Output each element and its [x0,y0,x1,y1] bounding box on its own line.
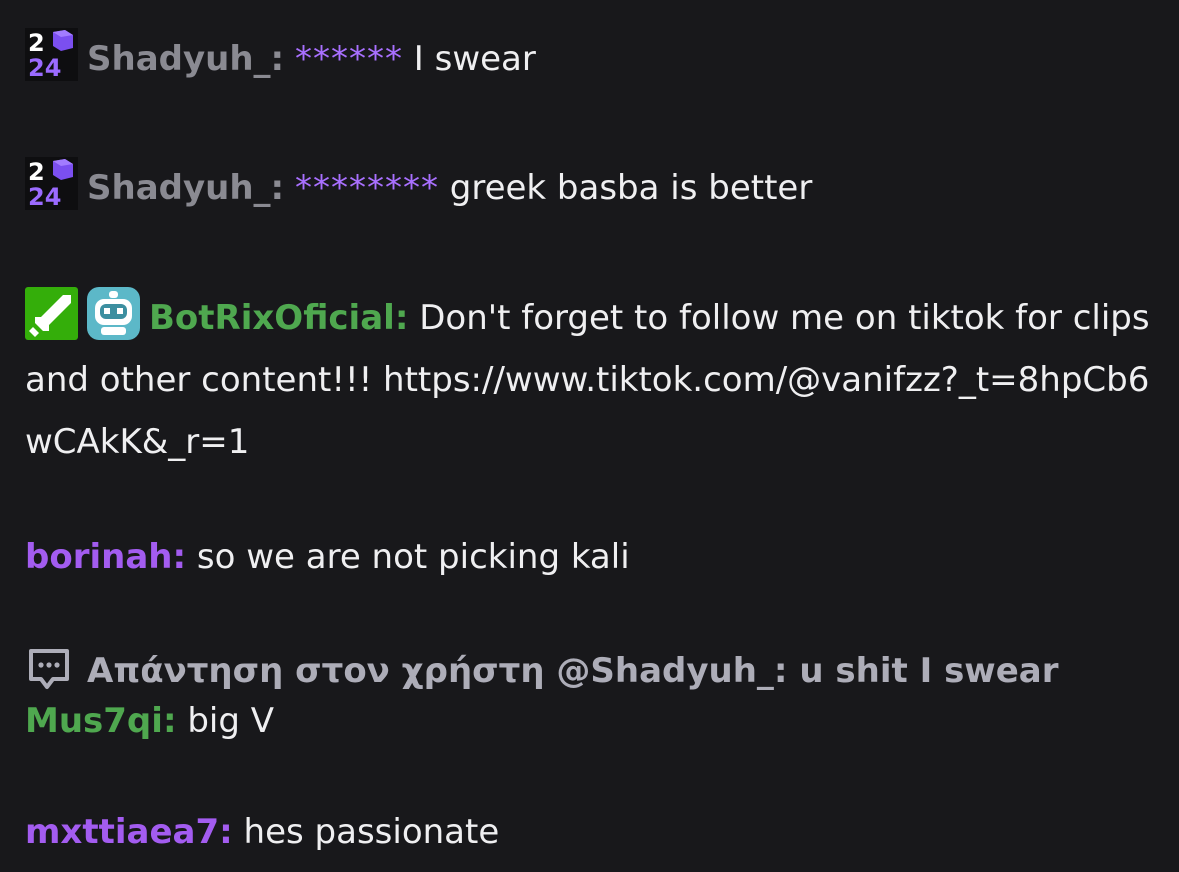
message-text: hes passionate [232,812,500,852]
reply-speech-bubble-icon [25,645,73,693]
message-text: greek basba is better [438,168,813,208]
badge-2024-bottom: 24 [28,54,61,81]
reply-text: Απάντηση στον χρήστη @Shadyuh_: u shit I… [87,651,1059,691]
username[interactable]: Mus7qi [25,701,163,741]
chat-message: mxttiaea7: hes passionate [25,801,1155,863]
chat-message: 2 24 Shadyuh_: ******** greek basba is b… [25,157,1155,219]
username[interactable]: mxttiaea7 [25,812,219,852]
badge-2024-top: 2 [28,29,45,57]
username[interactable]: borinah [25,537,172,577]
chat-message-list: 2 24 Shadyuh_: ****** I swear 2 24 Shady… [0,0,1179,872]
chat-message: borinah: so we are not picking kali [25,526,1155,588]
censored-text[interactable]: ****** [295,39,403,79]
username-colon: : [219,812,233,852]
username-colon: : [394,298,409,338]
chat-message: Mus7qi: big V [25,690,1155,752]
chat-message: BotRixOficial: Don't forget to follow me… [25,287,1160,473]
2024-badge-icon[interactable]: 2 24 [25,157,78,210]
moderator-sword-badge-icon[interactable] [25,287,78,340]
username[interactable]: BotRixOficial [149,298,395,338]
username-colon: : [172,537,187,577]
username-colon: : [270,168,285,208]
username[interactable]: Shadyuh_ [87,168,271,208]
username[interactable]: Shadyuh_ [87,39,271,79]
robot-bot-badge-icon[interactable] [87,287,140,340]
chat-message: 2 24 Shadyuh_: ****** I swear [25,28,1155,90]
censored-text[interactable]: ******** [295,168,439,208]
message-text: big V [176,701,275,741]
badge-2024-top: 2 [28,158,45,186]
badge-2024-bottom: 24 [28,183,61,210]
username-colon: : [162,701,177,741]
message-text: so we are not picking kali [186,537,630,577]
2024-badge-icon[interactable]: 2 24 [25,28,78,81]
username-colon: : [270,39,285,79]
message-text: I swear [402,39,536,79]
